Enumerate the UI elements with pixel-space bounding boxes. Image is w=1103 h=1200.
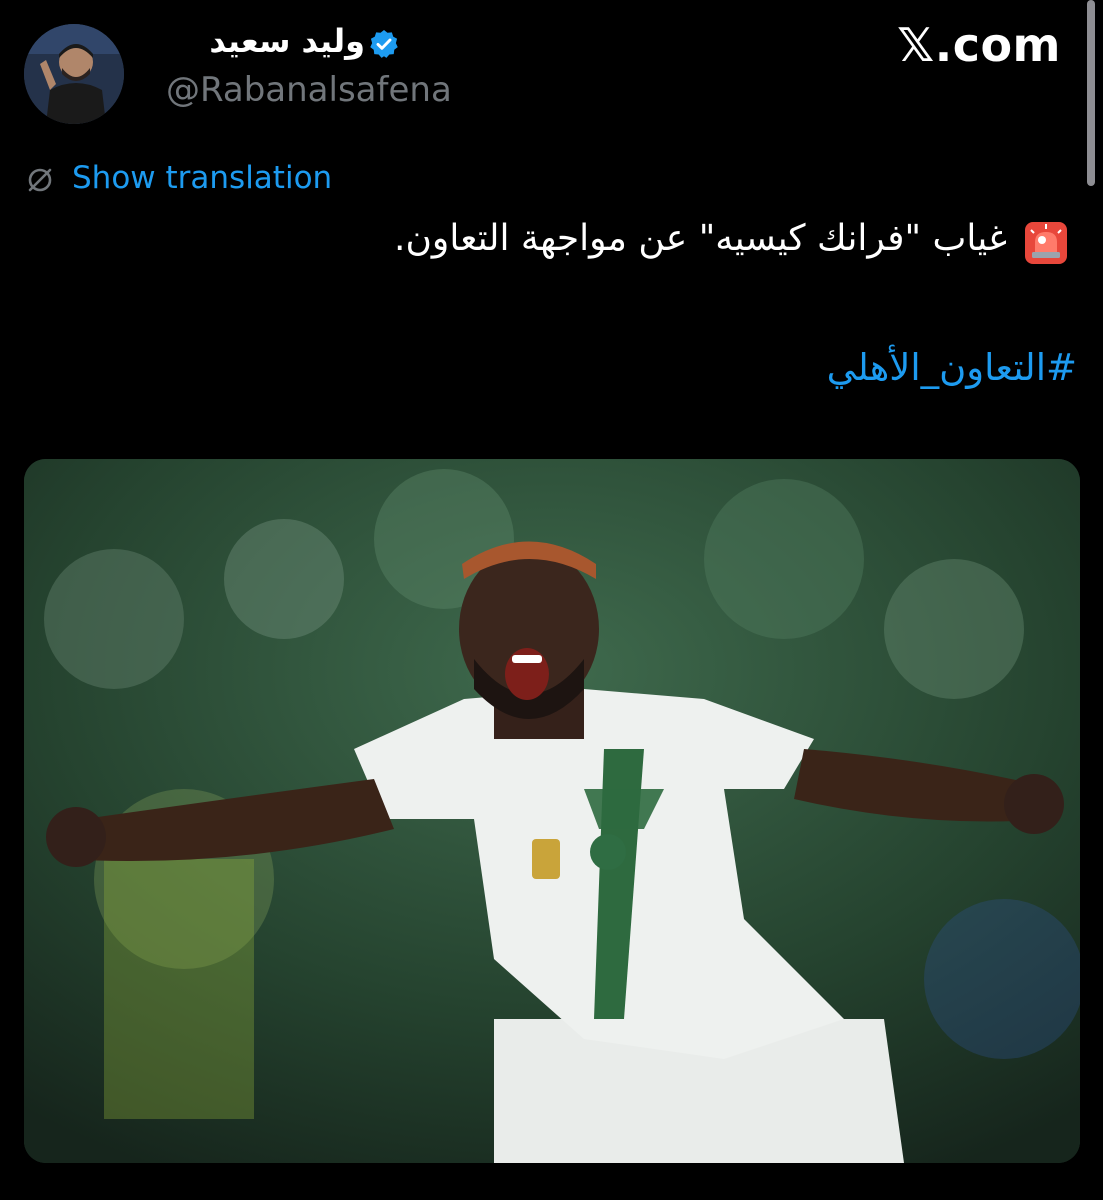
translate-icon bbox=[28, 168, 52, 192]
tweet-photo[interactable] bbox=[24, 459, 1080, 1163]
siren-icon bbox=[1025, 222, 1067, 264]
verified-badge-icon bbox=[370, 30, 398, 58]
author-handle[interactable]: @Rabanalsafena bbox=[166, 70, 452, 110]
display-name[interactable]: وليد سعيد bbox=[209, 22, 365, 60]
tweet-text: غياب "فرانك كيسيه" عن مواجهة التعاون. bbox=[394, 218, 1007, 259]
x-logo: 𝕏.com bbox=[897, 18, 1061, 72]
avatar[interactable] bbox=[24, 24, 124, 124]
avatar-image bbox=[24, 24, 124, 124]
hashtag-link[interactable]: #التعاون_الأهلي bbox=[827, 346, 1077, 389]
show-translation-link[interactable]: Show translation bbox=[72, 160, 332, 196]
scrollbar-thumb[interactable] bbox=[1087, 0, 1095, 186]
player-photo bbox=[24, 459, 1080, 1163]
